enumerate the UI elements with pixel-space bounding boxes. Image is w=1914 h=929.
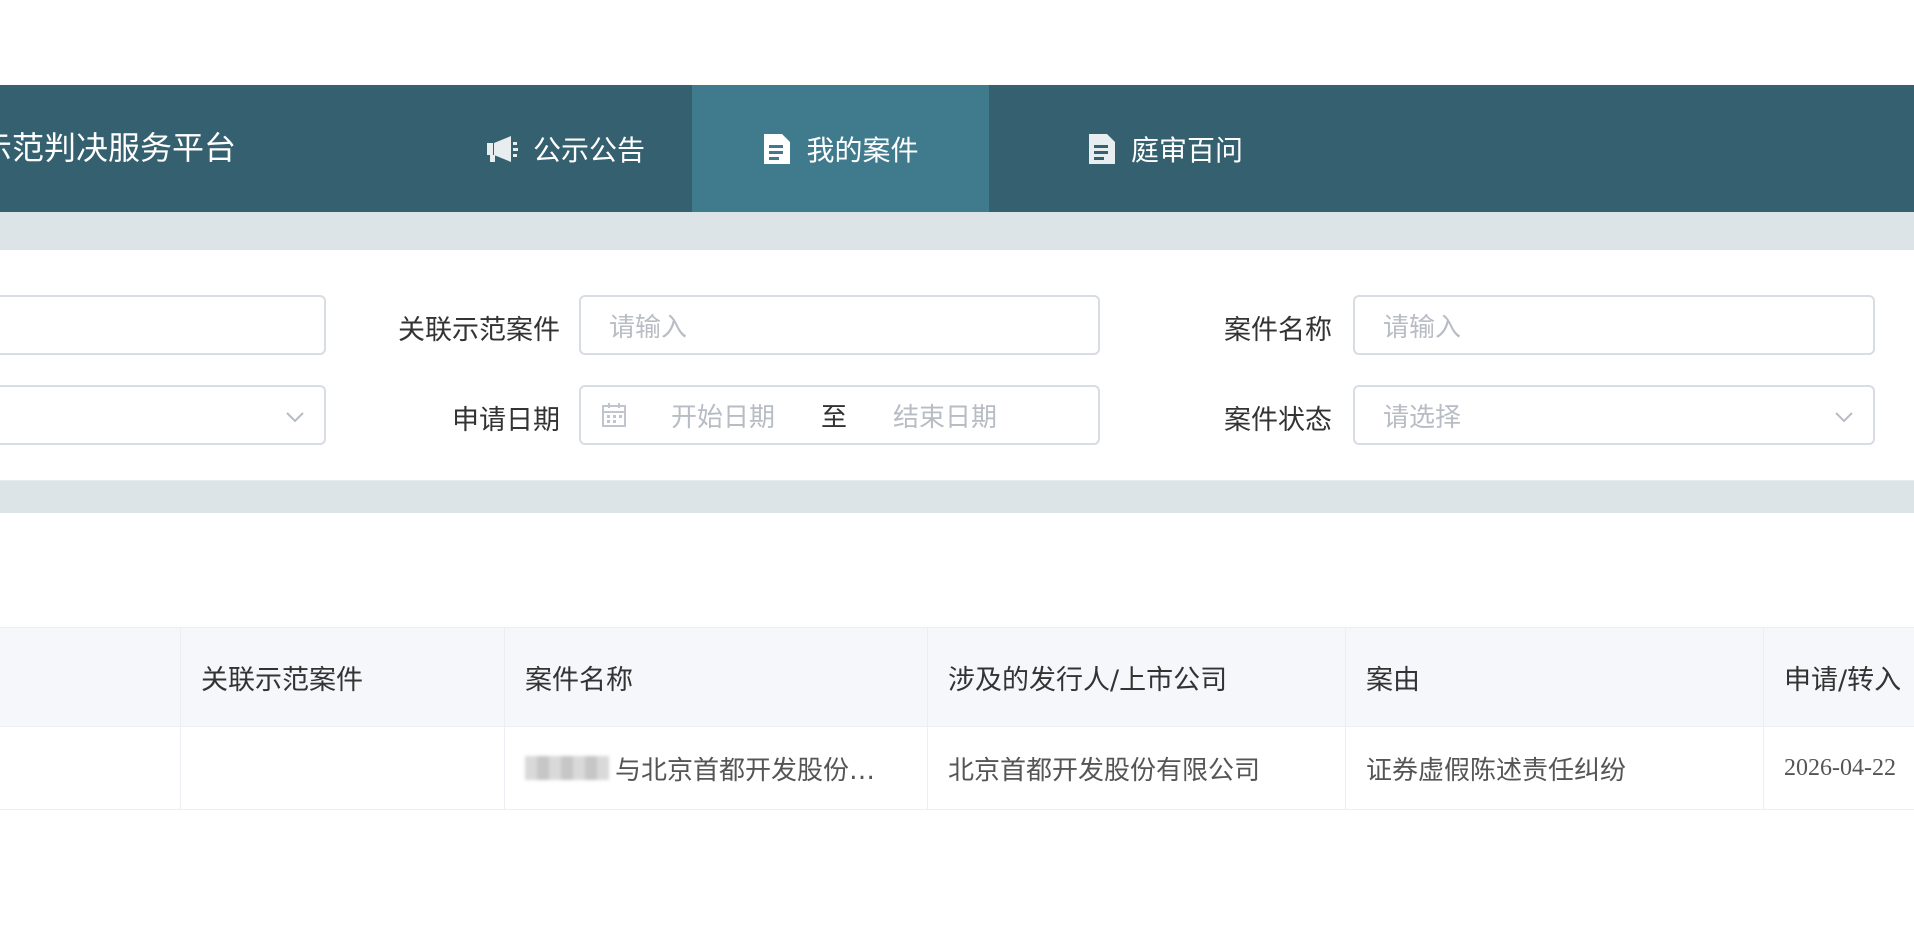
case-number-input[interactable] [0,295,326,355]
related-case-input[interactable]: 请输入 [579,295,1100,355]
search-filter-panel: 关联示范案件 请输入 案件名称 请输入 申请日期 开始日期 至 结束日期 案件状… [0,250,1914,480]
column-header-related-case: 关联示范案件 [181,628,505,726]
table-cell-cause: 证券虚假陈述责任纠纷 [1346,727,1764,809]
apply-date-label: 申请日期 [452,405,560,436]
megaphone-icon [485,134,519,164]
top-navigation-bar: 示范判决服务平台 公示公告 我的案件 庭审百问 [0,85,1914,212]
section-divider [0,212,1914,250]
table-row[interactable]: 与北京首都开发股份… 北京首都开发股份有限公司 证券虚假陈述责任纠纷 2026-… [0,727,1914,810]
table-header: 关联示范案件 案件名称 涉及的发行人/上市公司 案由 申请/转入 [0,627,1914,727]
case-status-label: 案件状态 [1224,405,1332,436]
column-header-cause: 案由 [1346,628,1764,726]
calendar-icon [601,402,627,428]
related-case-label: 关联示范案件 [398,315,560,346]
column-header-apply-date: 申请/转入 [1784,664,1902,696]
nav-tab-my-cases[interactable]: 我的案件 [692,85,989,212]
column-header-case-name: 案件名称 [505,628,928,726]
redacted-text [525,756,609,780]
related-case-placeholder: 请输入 [609,312,688,343]
apply-date-range-picker[interactable]: 开始日期 至 结束日期 [579,385,1100,445]
table-cell-related-case [181,727,505,809]
column-header [0,628,181,726]
chevron-down-icon [1833,405,1855,435]
date-range-separator: 至 [821,402,848,433]
table-cell-issuer: 北京首都开发股份有限公司 [928,727,1346,809]
case-name-input[interactable]: 请输入 [1353,295,1875,355]
document-icon [1087,132,1117,166]
document-icon [762,132,792,166]
case-status-placeholder: 请选择 [1383,402,1462,433]
nav-tab-label: 我的案件 [806,133,919,167]
nav-tab-announcements[interactable]: 公示公告 [440,85,690,212]
case-name-text: 与北京首都开发股份… [615,755,876,786]
platform-title: 示范判决服务平台 [0,129,237,167]
table-cell [0,727,181,809]
case-status-select[interactable]: 请选择 [1353,385,1875,445]
nav-tab-trial-faq[interactable]: 庭审百问 [1040,85,1290,212]
case-name-placeholder: 请输入 [1383,312,1462,343]
start-date-input[interactable]: 开始日期 [671,397,775,434]
table-cell-case-name[interactable]: 与北京首都开发股份… [505,727,928,809]
nav-tab-label: 庭审百问 [1130,133,1243,167]
left-select[interactable] [0,385,326,445]
case-name-label: 案件名称 [1224,315,1332,346]
table-cell-apply-date: 2026-04-22 [1784,754,1896,781]
column-header-issuer: 涉及的发行人/上市公司 [928,628,1346,726]
nav-tab-label: 公示公告 [532,133,645,167]
section-divider [0,480,1914,513]
chevron-down-icon [284,405,306,435]
end-date-input[interactable]: 结束日期 [893,397,997,434]
